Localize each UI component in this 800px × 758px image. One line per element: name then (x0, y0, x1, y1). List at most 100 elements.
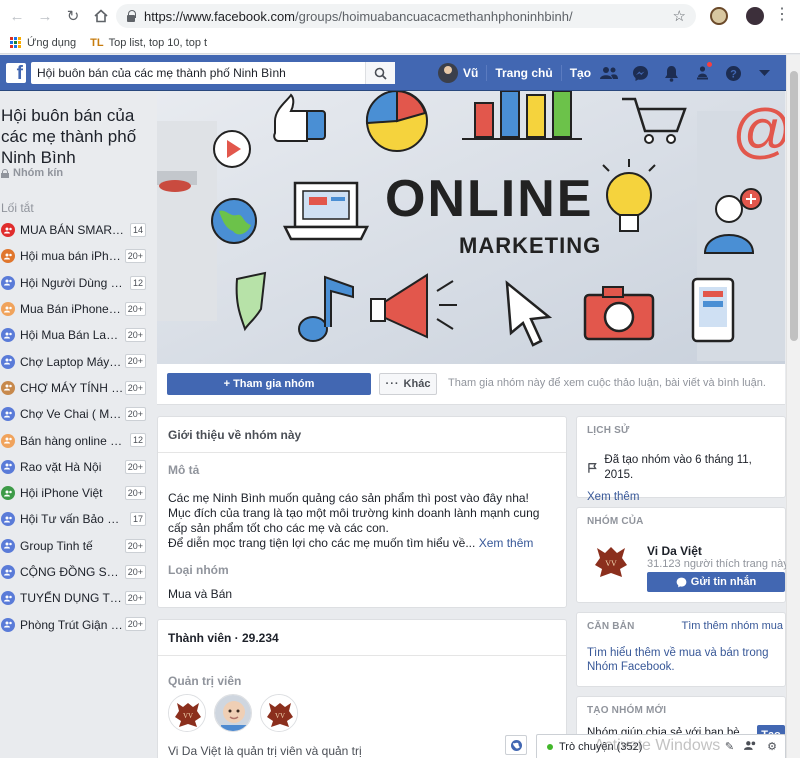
shortcut-count-badge: 20+ (124, 591, 146, 606)
shortcut-count-badge: 20+ (124, 380, 146, 395)
forward-arrow-icon[interactable]: → (34, 5, 56, 27)
url-text: https://www.facebook.com/groups/hoimuaba… (144, 8, 573, 24)
search-input[interactable] (31, 62, 361, 84)
admin-avatar[interactable] (214, 694, 252, 732)
shortcut-item[interactable]: TUYỂN DỤNG TÌM... 20+ (0, 585, 156, 611)
chat-settings-icon[interactable]: ⚙ (767, 740, 777, 754)
notifications-icon[interactable] (662, 64, 680, 82)
shortcut-item[interactable]: Group Tinh tế 20+ (0, 533, 156, 559)
shortcut-item[interactable]: Hội Mua Bán Lapto... 20+ (0, 322, 156, 348)
shortcut-item[interactable]: CỘNG ĐỒNG SH ... 20+ (0, 559, 156, 585)
owner-title: NHÓM CỦA (587, 516, 644, 527)
back-arrow-icon[interactable]: ← (6, 5, 28, 27)
shortcut-item[interactable]: Hội Người Dùng Sả... 12 (0, 270, 156, 296)
group-title[interactable]: Hội buôn bán của các mẹ thành phố Ninh B… (1, 105, 151, 168)
dropdown-caret-icon[interactable] (755, 64, 773, 82)
browser-menu-icon[interactable]: ⋮ (774, 6, 790, 24)
create-group-title: TẠO NHÓM MỚI (587, 705, 667, 716)
globe-illustration (211, 198, 257, 244)
owner-card: NHÓM CỦA VV Vi Da Việt 31.123 người thíc… (576, 507, 789, 603)
owner-avatar[interactable]: VV (589, 540, 633, 584)
description-label: Mô tả (168, 463, 200, 477)
admin-avatar[interactable]: VV (168, 694, 206, 732)
svg-text:VV: VV (183, 712, 193, 720)
page-scrollbar[interactable] (786, 55, 800, 758)
svg-text:VV: VV (605, 559, 617, 568)
friends-icon[interactable] (600, 64, 618, 82)
shortcut-count-badge: 20+ (124, 459, 146, 474)
more-options-button[interactable]: ··· Khác (379, 373, 437, 395)
shortcut-label: Bán hàng online tốt ... (20, 433, 124, 448)
group-icon (1, 302, 15, 317)
group-icon (1, 223, 15, 238)
shortcut-item[interactable]: Chợ Ve Chai ( Mua... 20+ (0, 401, 156, 427)
facebook-logo-icon[interactable]: f (6, 63, 26, 83)
group-icon (1, 328, 15, 343)
chat-bar[interactable]: Trò chuyện (352) ✎ ⚙ (536, 734, 786, 758)
learn-more-link[interactable]: Tìm hiểu thêm về mua và bán trong Nhóm F… (587, 646, 775, 674)
group-privacy: Nhóm kín (1, 167, 63, 179)
bookmark-star-icon[interactable]: ☆ (673, 7, 686, 25)
send-message-button[interactable]: Gửi tin nhắn (647, 572, 785, 592)
online-status-dot (547, 743, 553, 750)
shortcut-item[interactable]: Hội mua bán iPhon... 20+ (0, 243, 156, 269)
group-cover-photo[interactable]: @ ONLINE MARKETING (157, 91, 785, 364)
search-icon[interactable] (365, 62, 395, 84)
find-more-groups-link[interactable]: Tìm thêm nhóm mua (682, 620, 783, 632)
history-see-more-link[interactable]: Xem thêm (587, 491, 775, 503)
at-sign-illustration: @ (732, 97, 785, 164)
shortcut-count-badge: 20+ (124, 485, 146, 500)
messenger-icon[interactable] (631, 64, 649, 82)
shortcut-label: CHỢ MÁY TÍNH - ... (20, 380, 124, 395)
pie-chart-illustration (365, 91, 428, 152)
profile-link[interactable]: Vũ (463, 66, 486, 80)
group-icon (1, 512, 15, 527)
messenger-icon (676, 577, 687, 587)
join-hint: Tham gia nhóm này để xem cuộc thảo luận,… (448, 377, 766, 389)
join-group-button[interactable]: + Tham gia nhóm (167, 373, 371, 395)
notification-dot (706, 61, 713, 68)
reload-icon[interactable]: ↻ (62, 5, 84, 27)
shortcut-item[interactable]: Chợ Laptop Máy Tí... 20+ (0, 348, 156, 374)
scrollbar-thumb[interactable] (790, 71, 798, 341)
shortcut-label: CỘNG ĐỒNG SH ... (20, 565, 124, 579)
groups-icon[interactable] (693, 61, 713, 82)
group-icon (1, 275, 15, 290)
group-chat-icon[interactable] (744, 740, 757, 754)
user-avatar[interactable] (438, 63, 458, 83)
see-more-link[interactable]: Xem thêm (479, 536, 534, 550)
profile-avatar-icon[interactable] (746, 7, 764, 25)
shortcut-label: Hội Người Dùng Sả... (20, 275, 124, 290)
create-link[interactable]: Tạo (562, 66, 599, 80)
members-title[interactable]: Thành viên · 29.234 (158, 620, 566, 656)
shortcut-label: Chợ Ve Chai ( Mua... (20, 407, 124, 422)
bookmark-toplist[interactable]: Top list, top 10, top t (109, 37, 207, 49)
shortcut-count-badge: 12 (129, 433, 146, 448)
admin-avatar[interactable]: VV (260, 694, 298, 732)
shortcut-item[interactable]: Hội iPhone Việt 20+ (0, 480, 156, 506)
shortcut-item[interactable]: Mua Bán iPhone C... 20+ (0, 296, 156, 322)
extension-icon[interactable] (710, 7, 728, 25)
globe-icon[interactable] (505, 735, 527, 755)
history-created-row: Đã tạo nhóm vào 6 tháng 11, 2015. (587, 453, 775, 483)
shortcut-item[interactable]: Hội Tư vấn Bảo hiể... 17 (0, 506, 156, 532)
owner-name[interactable]: Vi Da Việt (647, 544, 702, 558)
shortcut-item[interactable]: Phòng Trút Giận - ... 20+ (0, 611, 156, 637)
help-icon[interactable]: ? (724, 64, 742, 82)
play-button-illustration (213, 130, 251, 168)
shortcut-item[interactable]: CHỢ MÁY TÍNH - ... 20+ (0, 375, 156, 401)
home-link[interactable]: Trang chủ (487, 66, 560, 80)
bookmark-apps[interactable]: Ứng dụng (27, 37, 76, 49)
address-bar[interactable]: https://www.facebook.com/groups/hoimuaba… (116, 4, 696, 28)
shortcut-count-badge: 20+ (124, 328, 146, 343)
home-icon[interactable] (90, 5, 112, 27)
shortcut-label: Hội mua bán iPhon... (20, 249, 124, 264)
shortcut-item[interactable]: Bán hàng online tốt ... 12 (0, 427, 156, 453)
shortcut-label: MUA BÁN SMARTP... (20, 223, 124, 238)
shortcut-label: Mua Bán iPhone C... (20, 302, 124, 317)
compose-icon[interactable]: ✎ (725, 740, 734, 754)
shortcut-item[interactable]: MUA BÁN SMARTP... 14 (0, 217, 156, 243)
shortcut-count-badge: 14 (129, 223, 146, 237)
shortcut-item[interactable]: Rao vặt Hà Nội 20+ (0, 454, 156, 480)
group-type-value: Mua và Bán (168, 587, 233, 601)
